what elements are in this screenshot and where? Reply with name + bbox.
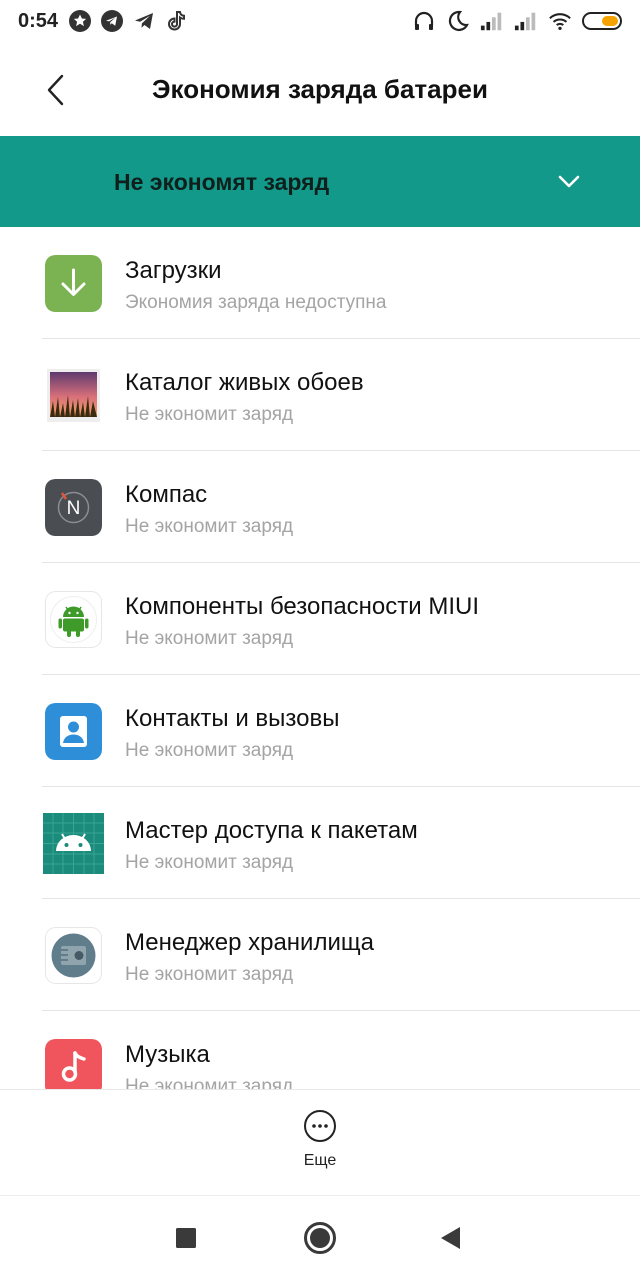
package-access-icon bbox=[43, 813, 104, 874]
status-indicators bbox=[412, 9, 622, 33]
recents-square-icon bbox=[176, 1228, 196, 1248]
app-name: Менеджер хранилища bbox=[125, 929, 374, 956]
filter-dropdown[interactable]: Не экономят заряд bbox=[0, 136, 640, 227]
list-item[interactable]: Загрузки Экономия заряда недоступна bbox=[0, 227, 640, 339]
more-dots-icon bbox=[304, 1110, 336, 1142]
list-item[interactable]: Менеджер хранилища Не экономит заряд bbox=[0, 899, 640, 1011]
compass-icon: N bbox=[45, 479, 102, 536]
app-status: Не экономит заряд bbox=[125, 404, 294, 425]
wifi-icon bbox=[548, 9, 572, 33]
app-name: Музыка bbox=[125, 1041, 210, 1068]
more-label: Еще bbox=[303, 1152, 337, 1169]
telegram-icon bbox=[100, 9, 124, 33]
app-name: Компас bbox=[125, 481, 208, 508]
contacts-icon bbox=[45, 703, 102, 760]
app-status: Экономия заряда недоступна bbox=[125, 292, 387, 313]
list-item[interactable]: Музыка Не экономит заряд bbox=[0, 1011, 640, 1089]
home-button[interactable] bbox=[300, 1218, 340, 1258]
home-circle-icon bbox=[304, 1222, 336, 1254]
star-notification-icon bbox=[68, 9, 92, 33]
signal-icon bbox=[480, 9, 504, 33]
back-nav-button[interactable] bbox=[430, 1218, 470, 1258]
list-item[interactable]: Контакты и вызовы Не экономит заряд bbox=[0, 675, 640, 787]
moon-icon bbox=[446, 9, 470, 33]
list-item[interactable]: Мастер доступа к пакетам Не экономит зар… bbox=[0, 787, 640, 899]
app-status: Не экономит заряд bbox=[125, 1076, 294, 1089]
app-status: Не экономит заряд bbox=[125, 516, 294, 537]
app-name: Каталог живых обоев bbox=[125, 369, 364, 396]
more-button[interactable]: Еще bbox=[280, 1110, 360, 1182]
list-item[interactable]: Каталог живых обоев Не экономит заряд bbox=[0, 339, 640, 451]
app-status: Не экономит заряд bbox=[125, 852, 294, 873]
svg-text:N: N bbox=[67, 498, 81, 519]
battery-level bbox=[602, 16, 618, 26]
list-item[interactable]: N Компас Не экономит заряд bbox=[0, 451, 640, 563]
recents-button[interactable] bbox=[166, 1218, 206, 1258]
app-name: Мастер доступа к пакетам bbox=[125, 817, 418, 844]
app-status: Не экономит заряд bbox=[125, 628, 294, 649]
app-name: Контакты и вызовы bbox=[125, 705, 340, 732]
music-icon bbox=[45, 1039, 102, 1089]
chevron-down-icon bbox=[558, 175, 580, 188]
header: Экономия заряда батареи bbox=[0, 44, 640, 136]
app-name: Загрузки bbox=[125, 257, 222, 284]
status-time: 0:54 bbox=[18, 10, 59, 32]
android-security-icon bbox=[45, 591, 102, 648]
app-name: Компоненты безопасности MIUI bbox=[125, 593, 479, 620]
live-wallpaper-icon bbox=[45, 367, 102, 424]
downloads-icon bbox=[45, 255, 102, 312]
list-item[interactable]: Компоненты безопасности MIUI Не экономит… bbox=[0, 563, 640, 675]
filter-label: Не экономят заряд bbox=[114, 169, 330, 195]
app-status: Не экономит заряд bbox=[125, 964, 294, 985]
app-list[interactable]: Загрузки Экономия заряда недоступна Ката… bbox=[0, 227, 640, 1089]
storage-manager-icon bbox=[45, 927, 102, 984]
battery-icon bbox=[582, 12, 622, 30]
bottom-action-bar: Еще bbox=[0, 1089, 640, 1196]
headphones-icon bbox=[412, 9, 436, 33]
signal-icon bbox=[514, 9, 538, 33]
tiktok-icon bbox=[164, 9, 188, 33]
telegram-icon bbox=[132, 9, 156, 33]
navigation-bar bbox=[0, 1195, 640, 1281]
back-triangle-icon bbox=[441, 1227, 460, 1249]
page-title: Экономия заряда батареи bbox=[152, 74, 488, 104]
app-status: Не экономит заряд bbox=[125, 740, 294, 761]
status-bar: 0:54 bbox=[0, 0, 640, 44]
notification-icons bbox=[68, 9, 188, 33]
